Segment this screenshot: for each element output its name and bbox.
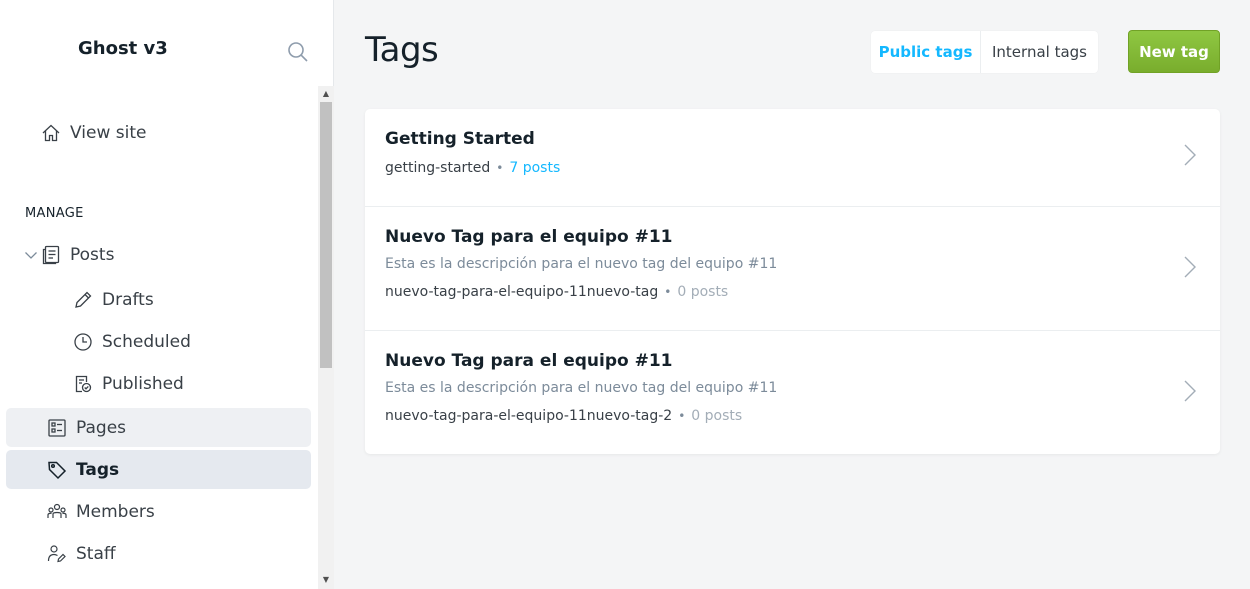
page-title: Tags [365, 30, 439, 70]
nav-drafts[interactable]: Drafts [72, 280, 311, 319]
nav-pages[interactable]: Pages [6, 408, 311, 447]
tab-public-tags[interactable]: Public tags [871, 31, 981, 73]
staff-icon [46, 543, 68, 565]
nav-members[interactable]: Members [6, 492, 311, 531]
nav-tags[interactable]: Tags [6, 450, 311, 489]
chevron-down-icon[interactable] [24, 247, 38, 261]
tag-meta: nuevo-tag-para-el-equipo-11nuevo-tag • 0… [385, 284, 728, 300]
nav-posts[interactable]: Posts [40, 235, 114, 274]
tag-name: Nuevo Tag para el equipo #11 [385, 351, 673, 371]
members-icon [46, 501, 68, 523]
tag-row[interactable]: Getting Started getting-started • 7 post… [365, 109, 1220, 207]
chevron-right-icon [1182, 143, 1198, 167]
tag-post-count[interactable]: 7 posts [509, 160, 560, 176]
tag-list: Getting Started getting-started • 7 post… [365, 109, 1220, 454]
posts-icon [40, 244, 62, 266]
home-icon [40, 122, 62, 144]
tag-post-count: 0 posts [677, 284, 729, 300]
tag-description: Esta es la descripción para el nuevo tag… [385, 380, 778, 396]
section-manage: MANAGE [25, 206, 84, 221]
nav-tags-label: Tags [76, 459, 120, 480]
published-icon [72, 373, 94, 395]
nav-members-label: Members [76, 501, 155, 522]
clock-icon [72, 331, 94, 353]
nav-staff[interactable]: Staff [6, 534, 311, 573]
tab-internal-tags[interactable]: Internal tags [981, 31, 1098, 73]
nav-scheduled[interactable]: Scheduled [72, 322, 311, 361]
tag-meta: nuevo-tag-para-el-equipo-11nuevo-tag-2 •… [385, 408, 742, 424]
nav-published-label: Published [102, 373, 184, 394]
tag-post-count: 0 posts [691, 408, 743, 424]
chevron-right-icon [1182, 379, 1198, 403]
sidebar-scroll-thumb[interactable] [320, 102, 332, 368]
search-icon[interactable] [286, 40, 310, 64]
tag-slug: nuevo-tag-para-el-equipo-11nuevo-tag [385, 284, 659, 300]
tag-name: Nuevo Tag para el equipo #11 [385, 227, 673, 247]
tag-name: Getting Started [385, 129, 535, 149]
new-tag-button[interactable]: New tag [1128, 30, 1220, 73]
nav-published[interactable]: Published [72, 364, 311, 403]
tag-row[interactable]: Nuevo Tag para el equipo #11 Esta es la … [365, 207, 1220, 331]
pages-icon [46, 417, 68, 439]
tag-description: Esta es la descripción para el nuevo tag… [385, 256, 778, 272]
sidebar: Ghost v3 View site MANAGE Posts Drafts S… [0, 0, 334, 589]
nav-scheduled-label: Scheduled [102, 331, 191, 352]
pencil-icon [72, 289, 94, 311]
nav-view-site[interactable]: View site [40, 113, 146, 152]
tag-slug: nuevo-tag-para-el-equipo-11nuevo-tag-2 [385, 408, 673, 424]
nav-drafts-label: Drafts [102, 289, 154, 310]
nav-pages-label: Pages [76, 417, 127, 438]
tag-icon [46, 459, 68, 481]
nav-view-site-label: View site [70, 122, 147, 143]
scroll-up-arrow-icon[interactable]: ▲ [318, 88, 334, 100]
tag-slug: getting-started [385, 160, 491, 176]
separator-dot: • [678, 409, 686, 423]
tag-row[interactable]: Nuevo Tag para el equipo #11 Esta es la … [365, 331, 1220, 454]
tag-type-toggle: Public tags Internal tags [871, 31, 1098, 73]
separator-dot: • [664, 285, 672, 299]
site-title[interactable]: Ghost v3 [78, 38, 168, 59]
chevron-right-icon [1182, 255, 1198, 279]
tag-meta: getting-started • 7 posts [385, 160, 560, 176]
scroll-down-arrow-icon[interactable]: ▼ [318, 574, 334, 586]
nav-posts-label: Posts [70, 244, 115, 265]
separator-dot: • [496, 161, 504, 175]
nav-staff-label: Staff [76, 543, 116, 564]
